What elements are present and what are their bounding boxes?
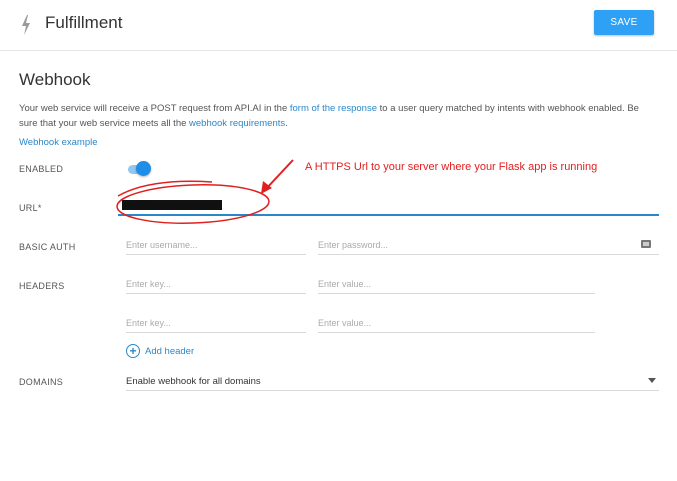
- annotation-overlay: [116, 159, 294, 224]
- annotation-arrow-line: [264, 159, 294, 191]
- annotation-circle: [116, 184, 270, 224]
- annotation-text: A HTTPS Url to your server where your Fl…: [305, 161, 598, 173]
- annotation-circle-tail: [117, 180, 213, 197]
